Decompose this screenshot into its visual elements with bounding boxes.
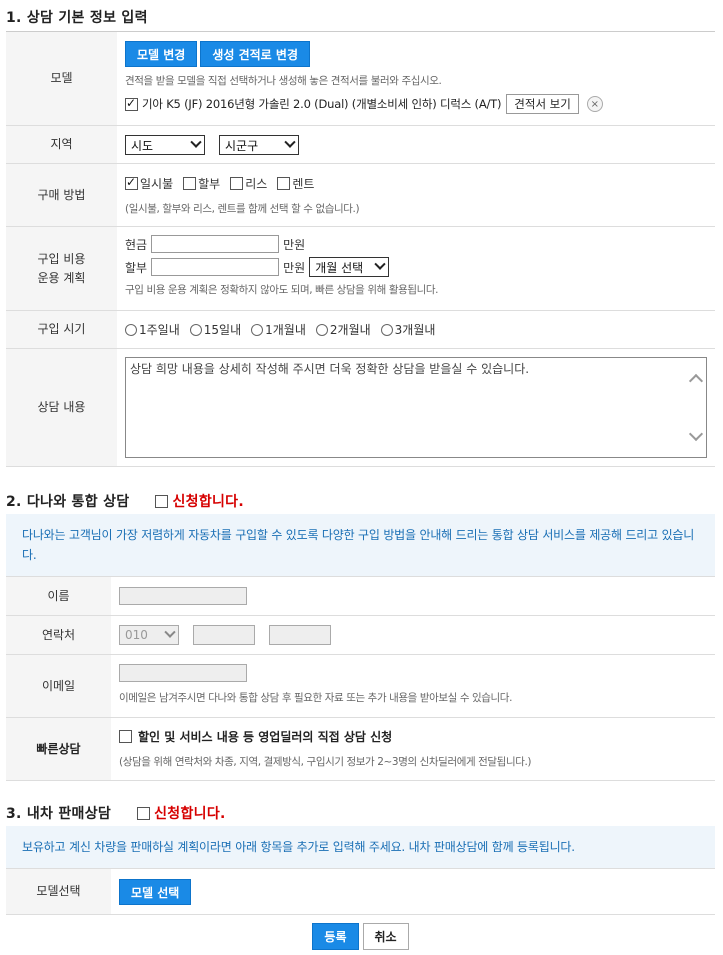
email-label: 이메일 bbox=[6, 655, 111, 717]
sell-model-row: 모델선택 모델 선택 bbox=[6, 869, 715, 915]
quick-consult-checkbox[interactable] bbox=[119, 730, 132, 743]
model-row: 모델 모델 변경 생성 견적로 변경 견적을 받을 모델을 직접 선택하거나 생… bbox=[6, 32, 715, 126]
consult-content-label: 상담 내용 bbox=[6, 349, 117, 466]
quick-consult-label: 빠른상담 bbox=[6, 718, 111, 780]
purchase-option-label: 렌트 bbox=[292, 177, 315, 191]
select-model-button[interactable]: 모델 선택 bbox=[119, 879, 192, 905]
change-to-quote-button[interactable]: 생성 견적로 변경 bbox=[200, 41, 310, 67]
chevron-down-icon bbox=[164, 626, 176, 638]
purchase-lumpsum-checkbox[interactable] bbox=[125, 175, 138, 190]
model-note: 견적을 받을 모델을 직접 선택하거나 생성해 놓은 견적서를 불러와 주십시오… bbox=[125, 75, 442, 87]
sell-info-box: 보유하고 계신 차량을 판매하실 계획이라면 아래 항목을 추가로 입력해 주세… bbox=[6, 826, 715, 868]
submit-button[interactable]: 등록 bbox=[312, 923, 359, 950]
textarea-placeholder: 상담 희망 내용을 상세히 작성해 주시면 더욱 정확한 상담을 받을실 수 있… bbox=[130, 362, 530, 376]
model-label: 모델 bbox=[6, 32, 117, 125]
purchase-method-row: 구매 방법 일시불 할부 리스 렌트 (일시불, 할부와 리스, 렌트를 함께 … bbox=[6, 164, 715, 227]
chevron-down-icon bbox=[284, 136, 296, 148]
timing-option-label: 1주일내 bbox=[139, 323, 180, 337]
danawa-table: 이름 연락처 010 이메일 이메일은 남겨주시면 다나와 통합 상담 후 필요… bbox=[6, 576, 715, 781]
sell-apply-label: 신청합니다. bbox=[154, 806, 226, 822]
purchase-option-label: 일시불 bbox=[140, 177, 174, 191]
remove-model-icon[interactable]: × bbox=[586, 96, 603, 112]
timing-1month-radio[interactable] bbox=[251, 323, 264, 336]
purchase-method-label: 구매 방법 bbox=[6, 164, 117, 226]
unit-label: 만원 bbox=[283, 237, 306, 252]
phone-prefix-select[interactable]: 010 bbox=[119, 625, 179, 645]
cost-plan-label: 구입 비용 bbox=[37, 251, 86, 266]
chevron-down-icon bbox=[374, 258, 386, 270]
region-row: 지역 시도 시군구 bbox=[6, 126, 715, 164]
sido-select[interactable]: 시도 bbox=[125, 135, 205, 155]
phone-label: 연락처 bbox=[6, 616, 111, 654]
unit-label: 만원 bbox=[283, 260, 306, 275]
section2-title: 2. 다나와 통합 상담 신청합니다. bbox=[6, 491, 244, 511]
section1-title: 1. 상담 기본 정보 입력 bbox=[6, 10, 148, 26]
danawa-info-box: 다나와는 고객님이 가장 저렴하게 자동차를 구입할 수 있도록 다양한 구입 … bbox=[6, 514, 715, 576]
sell-table: 모델선택 모델 선택 bbox=[6, 868, 715, 915]
cost-plan-note: 구입 비용 운용 계획은 정확하지 않아도 되며, 빠른 상담을 위해 활용됩니… bbox=[125, 284, 439, 296]
purchase-timing-row: 구입 시기 1주일내 15일내 1개월내 2개월내 3개월내 bbox=[6, 311, 715, 349]
months-select[interactable]: 개월 선택 bbox=[309, 257, 390, 277]
purchase-rent-checkbox[interactable] bbox=[277, 177, 291, 190]
timing-option-label: 15일내 bbox=[203, 323, 242, 337]
form-actions: 등록 취소 bbox=[0, 923, 723, 950]
purchase-option-label: 할부 bbox=[198, 177, 221, 191]
purchase-timing-label: 구입 시기 bbox=[6, 311, 117, 348]
quick-consult-option: 할인 및 서비스 내용 등 영업딜러의 직접 상담 신청 bbox=[138, 730, 393, 744]
quick-consult-row: 빠른상담 할인 및 서비스 내용 등 영업딜러의 직접 상담 신청 (상담을 위… bbox=[6, 718, 715, 781]
email-row: 이메일 이메일은 남겨주시면 다나와 통합 상담 후 필요한 자료 또는 추가 … bbox=[6, 655, 715, 718]
scroll-up-icon[interactable] bbox=[688, 373, 704, 389]
timing-option-label: 1개월내 bbox=[265, 323, 306, 337]
installment-label: 할부 bbox=[125, 260, 148, 275]
cost-plan-row: 구입 비용 운용 계획 현금 만원 할부 만원 개월 선택 구입 비용 운용 계… bbox=[6, 227, 715, 311]
purchase-installment-checkbox[interactable] bbox=[183, 177, 197, 190]
view-quote-button[interactable]: 견적서 보기 bbox=[506, 94, 579, 114]
name-row: 이름 bbox=[6, 577, 715, 616]
timing-option-label: 3개월내 bbox=[394, 323, 436, 337]
sigungu-select[interactable]: 시군구 bbox=[219, 135, 299, 155]
phone-last-input[interactable] bbox=[269, 625, 331, 645]
name-label: 이름 bbox=[6, 577, 111, 615]
phone-middle-input[interactable] bbox=[193, 625, 255, 645]
region-label: 지역 bbox=[6, 126, 117, 163]
installment-input[interactable] bbox=[151, 258, 280, 276]
sell-info-text: 보유하고 계신 차량을 판매하실 계획이라면 아래 항목을 추가로 입력해 주세… bbox=[22, 840, 575, 854]
name-input[interactable] bbox=[119, 587, 247, 605]
cash-input[interactable] bbox=[151, 235, 280, 253]
section3-title: 3. 내차 판매상담 신청합니다. bbox=[6, 803, 226, 823]
purchase-option-label: 리스 bbox=[245, 177, 268, 191]
sell-apply-checkbox[interactable] bbox=[137, 806, 151, 820]
danawa-info-text: 다나와는 고객님이 가장 저렴하게 자동차를 구입할 수 있도록 다양한 구입 … bbox=[22, 528, 695, 562]
consult-content-row: 상담 내용 상담 희망 내용을 상세히 작성해 주시면 더욱 정확한 상담을 받… bbox=[6, 349, 715, 467]
basic-info-table: 모델 모델 변경 생성 견적로 변경 견적을 받을 모델을 직접 선택하거나 생… bbox=[6, 31, 715, 467]
timing-option-label: 2개월내 bbox=[329, 323, 371, 337]
purchase-note: (일시불, 할부와 리스, 렌트를 함께 선택 할 수 없습니다.) bbox=[125, 203, 360, 215]
scroll-down-icon[interactable] bbox=[688, 426, 704, 442]
quick-consult-note: (상담을 위해 연락처와 차종, 지역, 결제방식, 구입시기 정보가 2~3명… bbox=[119, 756, 532, 768]
timing-2months-radio[interactable] bbox=[315, 323, 328, 336]
email-note: 이메일은 남겨주시면 다나와 통합 상담 후 필요한 자료 또는 추가 내용을 … bbox=[119, 692, 513, 704]
timing-1week-radio[interactable] bbox=[125, 323, 137, 336]
selected-model-checkbox[interactable] bbox=[125, 96, 138, 111]
selected-model-text: 기아 K5 (JF) 2016년형 가솔린 2.0 (Dual) (개별소비세 … bbox=[142, 97, 502, 111]
timing-15days-radio[interactable] bbox=[189, 323, 202, 336]
sell-model-label: 모델선택 bbox=[6, 869, 111, 914]
danawa-apply-checkbox[interactable] bbox=[155, 494, 169, 508]
cancel-button[interactable]: 취소 bbox=[362, 923, 409, 950]
email-input[interactable] bbox=[119, 664, 247, 682]
purchase-lease-checkbox[interactable] bbox=[230, 177, 244, 190]
consult-content-textarea[interactable]: 상담 희망 내용을 상세히 작성해 주시면 더욱 정확한 상담을 받을실 수 있… bbox=[125, 357, 707, 458]
change-model-button[interactable]: 모델 변경 bbox=[125, 41, 198, 67]
danawa-apply-label: 신청합니다. bbox=[172, 494, 244, 510]
phone-row: 연락처 010 bbox=[6, 616, 715, 655]
cash-label: 현금 bbox=[125, 237, 148, 252]
timing-3months-radio[interactable] bbox=[380, 323, 393, 336]
chevron-down-icon bbox=[190, 136, 202, 148]
cost-plan-label: 운용 계획 bbox=[37, 270, 86, 285]
